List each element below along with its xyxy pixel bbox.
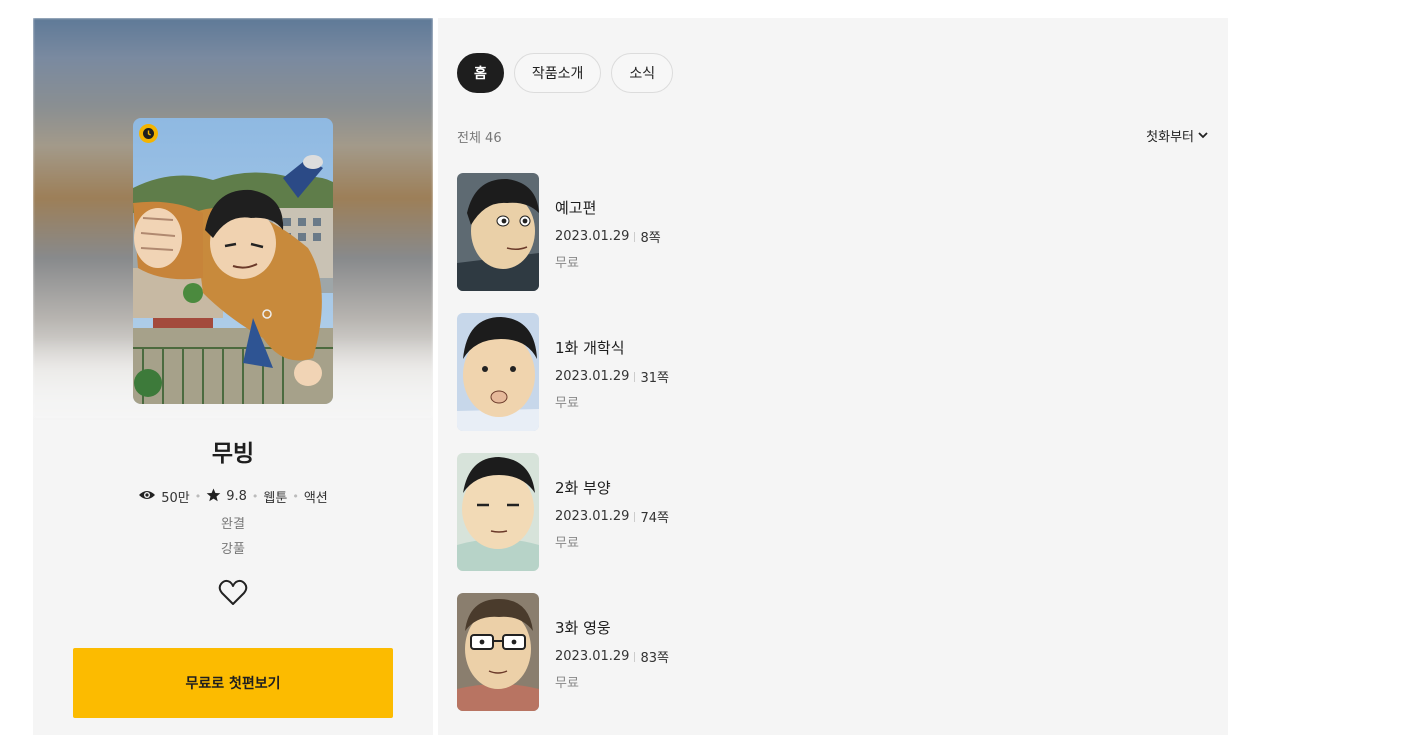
episode-item[interactable]: 예고편 2023.01.29 8쪽 무료 (457, 173, 1197, 313)
separator (634, 651, 636, 662)
separator (634, 231, 636, 242)
favorite-heart-icon[interactable] (218, 579, 248, 607)
episode-price: 무료 (555, 536, 579, 551)
episode-pages: 8쪽 (640, 231, 661, 246)
separator-dot: • (292, 490, 299, 503)
episode-thumbnail (457, 173, 539, 291)
tab-intro[interactable]: 작품소개 (513, 53, 602, 93)
separator-dot: • (194, 490, 202, 503)
episode-item[interactable]: 1화 개학식 2023.01.29 31쪽 무료 (457, 313, 1197, 453)
separator (634, 371, 636, 382)
episode-date: 2023.01.29 (555, 649, 630, 664)
tab-home[interactable]: 홈 (457, 53, 504, 93)
episode-price: 무료 (555, 396, 579, 411)
episode-title: 1화 개학식 (555, 339, 625, 357)
episode-list: 예고편 2023.01.29 8쪽 무료 1화 개학식 2023.01.29 3… (457, 173, 1197, 733)
episode-title: 3화 영웅 (555, 619, 611, 637)
view-count: 50만 (161, 491, 190, 506)
series-title: 무빙 (211, 441, 255, 467)
episode-pages: 74쪽 (640, 511, 669, 526)
series-meta: 50만 • 9.8 • 웹툰 • 액션 (33, 487, 433, 506)
cover-image[interactable] (133, 118, 333, 404)
series-status: 완결 (221, 517, 245, 532)
episode-info: 2023.01.29 83쪽 (555, 647, 669, 666)
episode-info: 2023.01.29 31쪽 (555, 367, 669, 386)
episode-info: 2023.01.29 8쪽 (555, 227, 661, 246)
series-info-panel: 무빙 50만 • 9.8 • 웹툰 • 액션 완결 강풀 무료로 첫편보기 (33, 18, 433, 735)
sort-dropdown[interactable]: 첫화부터 (1146, 126, 1208, 145)
chevron-down-icon (1198, 128, 1208, 143)
episode-item[interactable]: 3화 영웅 2023.01.29 83쪽 무료 (457, 593, 1197, 733)
series-genre: 액션 (303, 491, 328, 506)
tab-bar: 홈 작품소개 소식 (457, 53, 674, 93)
read-first-free-button[interactable]: 무료로 첫편보기 (73, 648, 393, 718)
episode-info: 2023.01.29 74쪽 (555, 507, 669, 526)
episode-thumbnail (457, 593, 539, 711)
tab-news[interactable]: 소식 (611, 53, 674, 93)
episode-title: 예고편 (555, 199, 597, 217)
sort-label: 첫화부터 (1146, 130, 1194, 145)
episode-pages: 31쪽 (640, 371, 669, 386)
episode-pages: 83쪽 (640, 651, 669, 666)
eye-icon (138, 489, 156, 505)
episode-total-count: 전체 46 (457, 131, 502, 146)
episode-date: 2023.01.29 (555, 229, 630, 244)
episode-thumbnail (457, 453, 539, 571)
separator-dot: • (251, 490, 259, 503)
episode-list-panel: 홈 작품소개 소식 전체 46 첫화부터 예고편 2023.01.29 8쪽 무… (438, 18, 1228, 735)
episode-date: 2023.01.29 (555, 369, 630, 384)
series-author[interactable]: 강풀 (33, 538, 433, 557)
series-type: 웹툰 (263, 491, 288, 506)
episode-thumbnail (457, 313, 539, 431)
rating-value: 9.8 (226, 489, 247, 504)
clock-icon (139, 124, 158, 143)
episode-price: 무료 (555, 256, 579, 271)
episode-title: 2화 부양 (555, 479, 611, 497)
episode-price: 무료 (555, 676, 579, 691)
star-icon (206, 488, 221, 506)
separator (634, 511, 636, 522)
episode-date: 2023.01.29 (555, 509, 630, 524)
episode-item[interactable]: 2화 부양 2023.01.29 74쪽 무료 (457, 453, 1197, 593)
